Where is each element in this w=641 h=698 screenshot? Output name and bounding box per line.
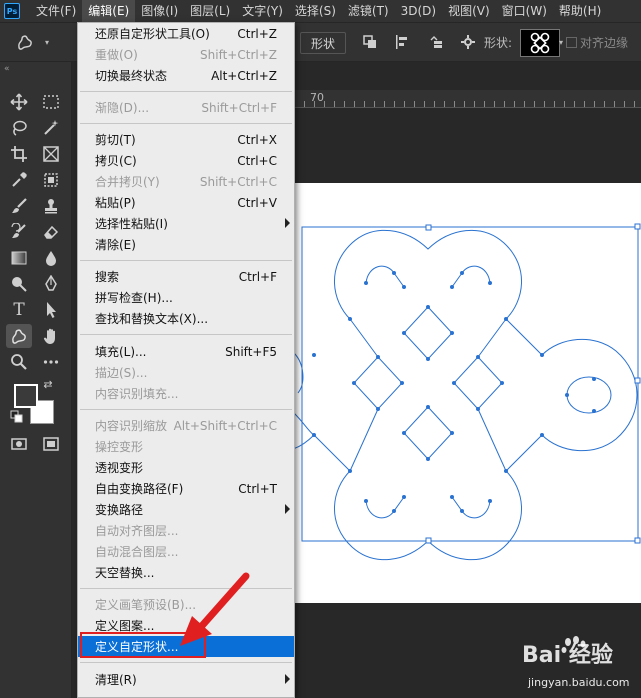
menu-spell-check[interactable]: 拼写检查(H)... <box>78 287 294 308</box>
baidu-jingyan-watermark: Bai 经验 jingyan.baidu.com <box>520 632 638 694</box>
gradient-tool-icon[interactable] <box>6 246 32 270</box>
crop-tool-icon[interactable] <box>6 142 32 166</box>
custom-shape-tool-icon[interactable] <box>6 324 32 348</box>
tools-panel: « T ⇄ <box>0 62 72 698</box>
path-arrangement-icon[interactable] <box>424 23 448 61</box>
hand-tool-icon[interactable] <box>38 324 64 348</box>
submenu-arrow-icon <box>285 504 290 514</box>
chevron-down-icon[interactable]: ▾ <box>42 23 52 61</box>
menu-separator <box>80 334 292 335</box>
menu-window[interactable]: 窗口(W) <box>496 0 553 22</box>
menu-copy-merged[interactable]: 合并拷贝(Y) Shift+Ctrl+C <box>78 171 294 192</box>
collapse-icon[interactable]: « <box>4 64 10 74</box>
move-tool-icon[interactable] <box>6 90 32 114</box>
dodge-tool-icon[interactable] <box>6 272 32 296</box>
menu-clear[interactable]: 清除(E) <box>78 234 294 255</box>
menu-help[interactable]: 帮助(H) <box>553 0 607 22</box>
magic-wand-tool-icon[interactable] <box>38 116 64 140</box>
menu-undo[interactable]: 还原自定形状工具(O) Ctrl+Z <box>78 23 294 44</box>
menu-copy[interactable]: 拷贝(C) Ctrl+C <box>78 150 294 171</box>
align-edges-label: 对齐边缘 <box>580 35 629 50</box>
blur-tool-icon[interactable] <box>38 246 64 270</box>
menu-fade[interactable]: 渐隐(D)... Shift+Ctrl+F <box>78 97 294 118</box>
menu-image[interactable]: 图像(I) <box>135 0 184 22</box>
menu-separator <box>80 91 292 92</box>
menu-edit[interactable]: 编辑(E) <box>82 0 136 22</box>
menu-content-aware-scale[interactable]: 内容识别缩放 Alt+Shift+Ctrl+C <box>78 415 294 436</box>
menu-redo[interactable]: 重做(O) Shift+Ctrl+Z <box>78 44 294 65</box>
quick-mask-icon[interactable] <box>6 432 32 456</box>
chevron-down-icon[interactable]: ▾ <box>556 23 566 61</box>
menu-purge[interactable]: 清理(R) <box>78 669 294 690</box>
watermark-url: jingyan.baidu.com <box>528 676 630 689</box>
screen-mode-icon[interactable] <box>38 432 64 456</box>
menu-stroke[interactable]: 描边(S)... <box>78 362 294 383</box>
default-colors-icon[interactable] <box>10 410 24 424</box>
menu-3d[interactable]: 3D(D) <box>395 0 442 22</box>
menu-transform-path[interactable]: 变换路径 <box>78 499 294 520</box>
eraser-tool-icon[interactable] <box>38 220 64 244</box>
foreground-color-swatch[interactable] <box>14 384 38 408</box>
menu-select[interactable]: 选择(S) <box>289 0 342 22</box>
align-edges-checkbox[interactable] <box>566 37 577 48</box>
menu-separator <box>80 409 292 410</box>
horizontal-ruler: 70 <box>294 90 641 108</box>
menu-search[interactable]: 搜索 Ctrl+F <box>78 266 294 287</box>
menu-auto-blend-layers[interactable]: 自动混合图层... <box>78 541 294 562</box>
menu-toggle-last-state[interactable]: 切换最终状态 Alt+Ctrl+Z <box>78 65 294 86</box>
more-tools-icon[interactable] <box>38 350 64 374</box>
menu-free-transform-path[interactable]: 自由变换路径(F) Ctrl+T <box>78 478 294 499</box>
document-canvas[interactable] <box>294 183 641 603</box>
object-selection-tool-icon[interactable] <box>38 168 64 192</box>
menu-layer[interactable]: 图层(L) <box>184 0 236 22</box>
path-operations-icon[interactable] <box>358 23 382 61</box>
menu-fill[interactable]: 填充(L)... Shift+F5 <box>78 341 294 362</box>
custom-shape-tool-preset-icon[interactable] <box>8 23 42 61</box>
baidu-logo-icon: Bai 经验 <box>522 636 613 668</box>
lasso-tool-icon[interactable] <box>6 116 32 140</box>
shape-picker[interactable] <box>520 29 560 57</box>
submenu-arrow-icon <box>285 674 290 684</box>
type-tool-icon[interactable]: T <box>6 298 32 322</box>
menu-paste[interactable]: 粘贴(P) Ctrl+V <box>78 192 294 213</box>
menu-auto-align-layers[interactable]: 自动对齐图层... <box>78 520 294 541</box>
menu-paste-special[interactable]: 选择性粘贴(I) <box>78 213 294 234</box>
frame-tool-icon[interactable] <box>38 142 64 166</box>
chinese-knot-shape-path[interactable] <box>294 183 641 603</box>
menu-bar: Ps 文件(F) 编辑(E) 图像(I) 图层(L) 文字(Y) 选择(S) 滤… <box>0 0 641 22</box>
shape-label: 形状: <box>484 35 513 50</box>
stamp-tool-icon[interactable] <box>38 194 64 218</box>
menu-separator <box>80 260 292 261</box>
menu-find-replace[interactable]: 查找和替换文本(X)... <box>78 308 294 329</box>
gear-icon[interactable] <box>456 23 480 61</box>
menu-cut[interactable]: 剪切(T) Ctrl+X <box>78 129 294 150</box>
eyedropper-tool-icon[interactable] <box>6 168 32 192</box>
menu-content-aware-fill[interactable]: 内容识别填充... <box>78 383 294 404</box>
ruler-ticks <box>294 101 641 107</box>
submenu-arrow-icon <box>285 218 290 228</box>
annotation-arrow-icon <box>180 572 250 646</box>
zoom-tool-icon[interactable] <box>6 350 32 374</box>
shape-mode-button[interactable]: 形状 <box>300 32 346 54</box>
history-brush-tool-icon[interactable] <box>6 220 32 244</box>
path-alignment-icon[interactable] <box>390 23 414 61</box>
marquee-tool-icon[interactable] <box>38 90 64 114</box>
path-selection-tool-icon[interactable] <box>38 298 64 322</box>
menu-view[interactable]: 视图(V) <box>442 0 496 22</box>
menu-type[interactable]: 文字(Y) <box>236 0 289 22</box>
menu-file[interactable]: 文件(F) <box>30 0 82 22</box>
photoshop-logo-icon: Ps <box>4 3 20 19</box>
brush-tool-icon[interactable] <box>6 194 32 218</box>
menu-puppet-warp[interactable]: 操控变形 <box>78 436 294 457</box>
swap-colors-icon[interactable]: ⇄ <box>40 376 56 392</box>
menu-separator <box>80 123 292 124</box>
pen-tool-icon[interactable] <box>38 272 64 296</box>
menu-separator <box>80 662 292 663</box>
menu-perspective-warp[interactable]: 透视变形 <box>78 457 294 478</box>
menu-filter[interactable]: 滤镜(T) <box>342 0 395 22</box>
